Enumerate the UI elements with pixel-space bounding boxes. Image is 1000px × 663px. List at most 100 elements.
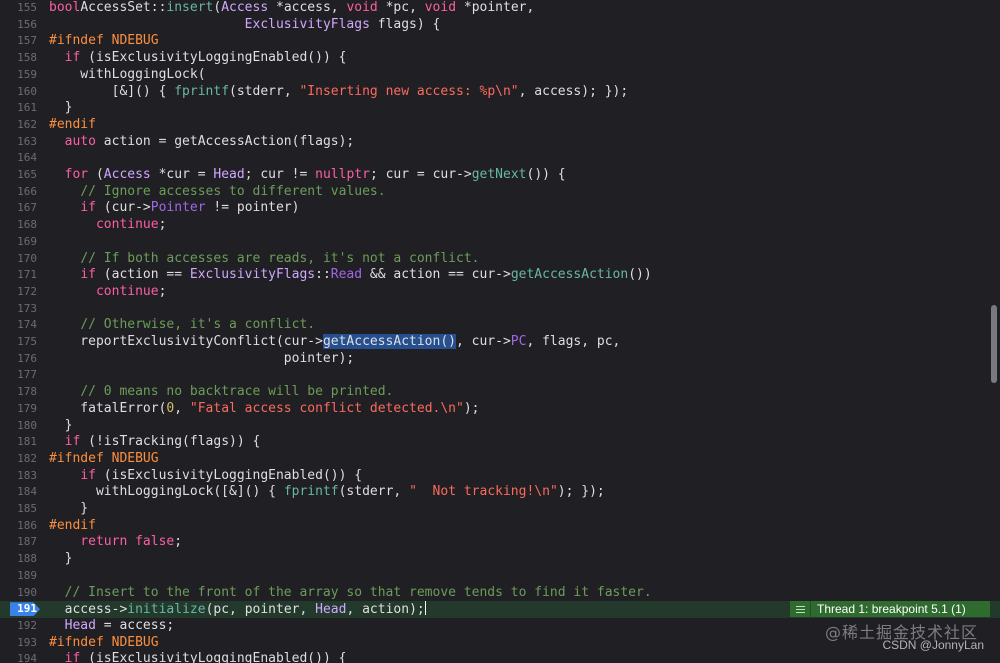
line-number[interactable]: 177 <box>0 367 37 384</box>
code-line[interactable]: 171 if (action == ExclusivityFlags::Read… <box>0 267 1000 284</box>
code-line[interactable]: 156 ExclusivityFlags flags) { <box>0 17 1000 34</box>
code-line[interactable]: 172 continue; <box>0 284 1000 301</box>
code-line[interactable]: 159 withLoggingLock( <box>0 67 1000 84</box>
code-line[interactable]: 157 #ifndef NDEBUG <box>0 33 1000 50</box>
code-token: ; <box>158 217 167 233</box>
line-number[interactable]: 186 <box>0 518 37 535</box>
line-number[interactable]: 163 <box>0 134 37 151</box>
code-line[interactable]: 164 <box>0 150 1000 167</box>
line-number[interactable]: 184 <box>0 484 37 501</box>
line-number[interactable]: 179 <box>0 401 37 418</box>
line-number[interactable]: 178 <box>0 384 37 401</box>
line-number[interactable]: 192 <box>0 618 37 635</box>
code-line[interactable]: 168 continue; <box>0 217 1000 234</box>
code-token: (isExclusivityLoggingEnabled()) { <box>80 651 347 663</box>
line-number[interactable]: 191 <box>0 601 37 618</box>
code-line[interactable]: 173 <box>0 301 1000 318</box>
code-line[interactable]: 194 if (isExclusivityLoggingEnabled()) { <box>0 651 1000 663</box>
line-number[interactable]: 158 <box>0 50 37 67</box>
line-number[interactable]: 167 <box>0 200 37 217</box>
code-line[interactable]: 177 <box>0 367 1000 384</box>
line-number[interactable]: 181 <box>0 434 37 451</box>
line-number[interactable]: 156 <box>0 17 37 34</box>
line-number[interactable]: 189 <box>0 568 37 585</box>
code-line[interactable]: 186 #endif <box>0 518 1000 535</box>
line-number[interactable]: 180 <box>0 418 37 435</box>
line-number[interactable]: 170 <box>0 251 37 268</box>
line-number[interactable]: 168 <box>0 217 37 234</box>
line-number[interactable]: 165 <box>0 167 37 184</box>
code-line[interactable]: 182 #ifndef NDEBUG <box>0 451 1000 468</box>
code-line[interactable]: 167 if (cur->Pointer != pointer) <box>0 200 1000 217</box>
code-line[interactable]: 188 } <box>0 551 1000 568</box>
code-line[interactable]: 179 fatalError(0, "Fatal access conflict… <box>0 401 1000 418</box>
code-line[interactable]: 175 reportExclusivityConflict(cur->getAc… <box>0 334 1000 351</box>
line-number[interactable]: 164 <box>0 150 37 167</box>
line-number[interactable]: 190 <box>0 585 37 602</box>
code-line[interactable]: 170 // If both accesses are reads, it's … <box>0 251 1000 268</box>
code-token: (pc, pointer, <box>205 602 316 618</box>
code-line[interactable]: 185 } <box>0 501 1000 518</box>
code-token: void <box>346 0 378 15</box>
code-line[interactable]: 162 #endif <box>0 117 1000 134</box>
code-line[interactable]: 184 withLoggingLock([&]() { fprintf(stde… <box>0 484 1000 501</box>
code-line[interactable]: 187 return false; <box>0 534 1000 551</box>
vertical-scrollbar[interactable] <box>991 305 997 383</box>
code-line[interactable]: 166 // Ignore accesses to different valu… <box>0 184 1000 201</box>
code-line[interactable]: 180 } <box>0 418 1000 435</box>
code-text: } <box>49 418 73 435</box>
code-token: reportExclusivityConflict(cur-> <box>49 334 323 349</box>
code-line[interactable]: 189 <box>0 568 1000 585</box>
line-number[interactable]: 171 <box>0 267 37 284</box>
code-token: Access <box>103 167 151 182</box>
code-token: if <box>80 200 96 216</box>
code-text: withLoggingLock( <box>49 67 205 84</box>
code-line[interactable]: 174 // Otherwise, it's a conflict. <box>0 317 1000 334</box>
code-token: ExclusivityFlags <box>244 16 370 32</box>
line-number[interactable]: 185 <box>0 501 37 518</box>
line-number[interactable]: 188 <box>0 551 37 568</box>
code-line[interactable]: 176 pointer); <box>0 351 1000 368</box>
line-number[interactable]: 187 <box>0 534 37 551</box>
code-text: auto action = getAccessAction(flags); <box>49 133 355 151</box>
source-editor[interactable]: 155 boolAccessSet::insert(Access *access,… <box>0 0 1000 663</box>
code-line[interactable]: 183 if (isExclusivityLoggingEnabled()) { <box>0 468 1000 485</box>
line-number[interactable]: 169 <box>0 234 37 251</box>
code-line[interactable]: 165 for (Access *cur = Head; cur != null… <box>0 167 1000 184</box>
code-token: action = getAccessAction(flags); <box>95 133 355 149</box>
line-number[interactable]: 166 <box>0 184 37 201</box>
code-line[interactable]: 169 <box>0 234 1000 251</box>
line-number[interactable]: 182 <box>0 451 37 468</box>
line-number[interactable]: 176 <box>0 351 37 368</box>
line-number[interactable]: 172 <box>0 284 37 301</box>
line-number[interactable]: 175 <box>0 334 37 351</box>
breakpoint-banner[interactable]: Thread 1: breakpoint 5.1 (1) <box>790 601 990 617</box>
code-line[interactable]: 190 // Insert to the front of the array … <box>0 585 1000 602</box>
code-line[interactable]: 160 [&]() { fprintf(stderr, "Inserting n… <box>0 84 1000 101</box>
line-number[interactable]: 157 <box>0 33 37 50</box>
line-number[interactable]: 194 <box>0 651 37 663</box>
line-number[interactable]: 160 <box>0 84 37 101</box>
code-token: , <box>174 400 190 416</box>
code-token: Head <box>64 617 96 633</box>
code-line[interactable]: 163 auto action = getAccessAction(flags)… <box>0 134 1000 151</box>
hamburger-icon[interactable] <box>790 601 811 617</box>
line-number[interactable]: 193 <box>0 635 37 652</box>
line-number[interactable]: 159 <box>0 67 37 84</box>
line-number[interactable]: 161 <box>0 100 37 117</box>
code-line[interactable]: 155 boolAccessSet::insert(Access *access,… <box>0 0 1000 17</box>
line-number[interactable]: 174 <box>0 317 37 334</box>
code-line[interactable]: 181 if (!isTracking(flags)) { <box>0 434 1000 451</box>
code-token: #endif <box>49 116 96 132</box>
code-line[interactable]: 161 } <box>0 100 1000 117</box>
code-token: continue <box>95 217 159 233</box>
line-number[interactable]: 155 <box>0 0 37 17</box>
code-line[interactable]: 178 // 0 means no backtrace will be prin… <box>0 384 1000 401</box>
code-line[interactable]: 158 if (isExclusivityLoggingEnabled()) { <box>0 50 1000 67</box>
line-number[interactable]: 162 <box>0 117 37 134</box>
line-number[interactable]: 173 <box>0 301 37 318</box>
code-token: (stderr, <box>229 83 300 99</box>
line-number[interactable]: 183 <box>0 468 37 485</box>
